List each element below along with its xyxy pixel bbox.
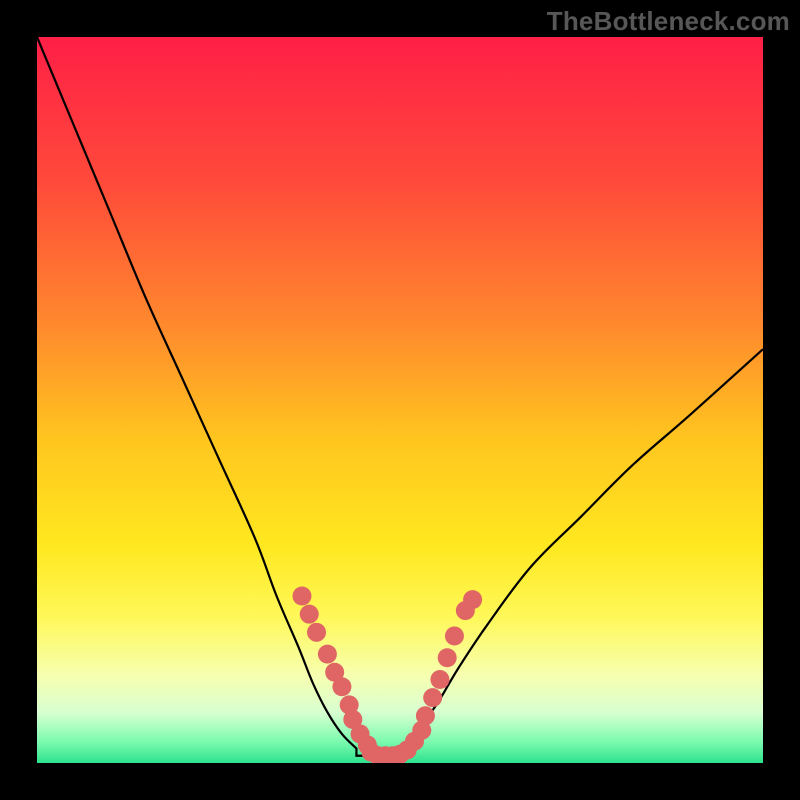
- data-point: [318, 645, 337, 664]
- data-point: [416, 706, 435, 725]
- chart-stage: { "watermark": "TheBottleneck.com", "col…: [0, 0, 800, 800]
- plot-background: [37, 37, 763, 763]
- data-point: [423, 688, 442, 707]
- watermark-label: TheBottleneck.com: [547, 6, 790, 37]
- data-point: [307, 623, 326, 642]
- data-point: [438, 648, 457, 667]
- data-point: [332, 677, 351, 696]
- data-point: [445, 626, 464, 645]
- data-point: [463, 590, 482, 609]
- data-point: [292, 587, 311, 606]
- data-point: [430, 670, 449, 689]
- data-point: [300, 605, 319, 624]
- bottleneck-chart: [0, 0, 800, 800]
